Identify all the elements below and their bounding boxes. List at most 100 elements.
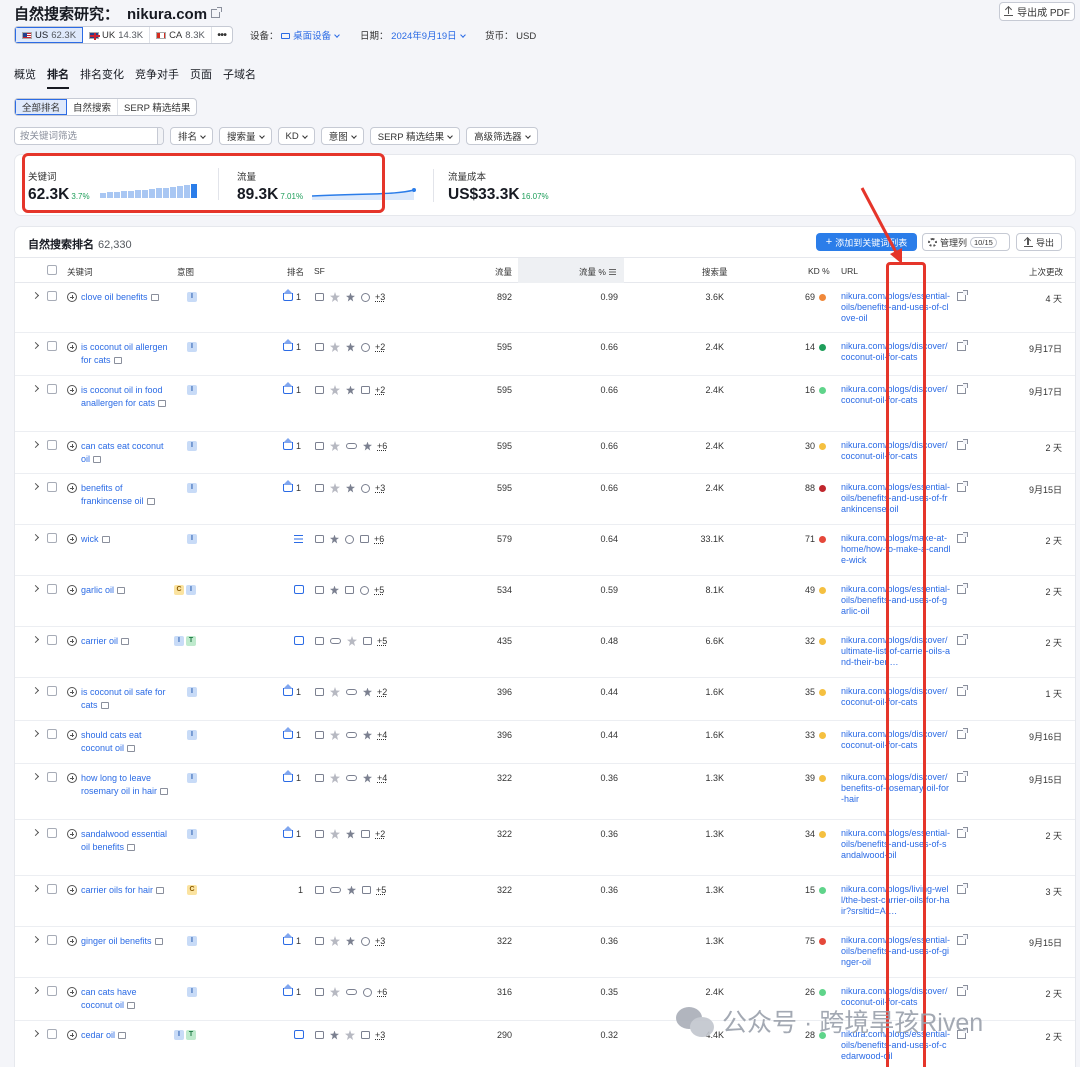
serp-snapshot-icon[interactable]: [127, 745, 136, 752]
row-checkbox[interactable]: [47, 533, 57, 545]
serp-preview-icon[interactable]: [315, 535, 324, 543]
serp-more-link[interactable]: +2: [375, 385, 385, 395]
serp-snapshot-icon[interactable]: [146, 498, 155, 505]
keyword-link[interactable]: sandalwood essential oil benefits: [81, 828, 169, 854]
tab-0[interactable]: 概览: [14, 66, 36, 89]
serp-snapshot-icon[interactable]: [100, 702, 109, 709]
serp-snapshot-icon[interactable]: [113, 357, 122, 364]
row-checkbox[interactable]: [47, 635, 57, 647]
col-kd[interactable]: KD %: [808, 266, 830, 276]
keyword-link[interactable]: garlic oil: [81, 584, 169, 597]
expand-chevron-icon[interactable]: [31, 935, 40, 944]
keyword-link[interactable]: is coconut oil allergen for cats: [81, 341, 169, 367]
external-link-icon[interactable]: [957, 771, 968, 782]
serp-snapshot-icon[interactable]: [150, 294, 159, 301]
add-keyword-icon[interactable]: [67, 829, 77, 839]
keyword-link[interactable]: should cats eat coconut oil: [81, 729, 169, 755]
serp-more-link[interactable]: +4: [377, 730, 387, 740]
external-link-icon[interactable]: [957, 439, 968, 450]
col-traffic-pct[interactable]: 流量 %: [579, 266, 616, 278]
expand-chevron-icon[interactable]: [31, 291, 40, 300]
serp-snapshot-icon[interactable]: [93, 456, 102, 463]
export-button[interactable]: 导出: [1016, 233, 1062, 251]
serp-preview-icon[interactable]: [315, 484, 324, 492]
expand-chevron-icon[interactable]: [31, 440, 40, 449]
db-button-ca[interactable]: CA 8.3K: [150, 27, 212, 43]
serp-snapshot-icon[interactable]: [156, 887, 165, 894]
expand-chevron-icon[interactable]: [31, 986, 40, 995]
col-traffic[interactable]: 流量: [495, 266, 512, 278]
serp-preview-icon[interactable]: [315, 442, 324, 450]
add-keyword-icon[interactable]: [67, 636, 77, 646]
tab-3[interactable]: 竞争对手: [135, 66, 179, 89]
select-all-checkbox[interactable]: [47, 265, 57, 277]
col-position[interactable]: 排名: [287, 266, 304, 278]
ranking-url-link[interactable]: nikura.com/blogs/make-at-home/how-to-mak…: [841, 533, 951, 566]
serp-more-link[interactable]: +6: [377, 441, 387, 451]
row-checkbox[interactable]: [47, 384, 57, 396]
add-keyword-icon[interactable]: [67, 987, 77, 997]
row-checkbox[interactable]: [47, 986, 57, 998]
serp-preview-icon[interactable]: [315, 386, 324, 394]
serp-preview-icon[interactable]: [315, 830, 324, 838]
add-keyword-icon[interactable]: [67, 534, 77, 544]
add-keyword-icon[interactable]: [67, 441, 77, 451]
external-link-icon[interactable]: [957, 634, 968, 645]
external-link-icon[interactable]: [957, 883, 968, 894]
serp-snapshot-icon[interactable]: [154, 938, 163, 945]
expand-chevron-icon[interactable]: [31, 584, 40, 593]
expand-chevron-icon[interactable]: [31, 533, 40, 542]
expand-chevron-icon[interactable]: [31, 686, 40, 695]
external-link-icon[interactable]: [957, 934, 968, 945]
serp-more-link[interactable]: +6: [377, 987, 387, 997]
tab-5[interactable]: 子域名: [223, 66, 256, 89]
device-selector[interactable]: 设备： 桌面设备: [250, 28, 341, 42]
serp-more-link[interactable]: +3: [375, 292, 385, 302]
expand-chevron-icon[interactable]: [31, 384, 40, 393]
row-checkbox[interactable]: [47, 772, 57, 784]
serp-more-link[interactable]: +2: [375, 829, 385, 839]
ranking-url-link[interactable]: nikura.com/blogs/discover/coconut-oil-fo…: [841, 686, 951, 708]
external-link-icon[interactable]: [957, 383, 968, 394]
serp-more-link[interactable]: +6: [374, 534, 384, 544]
external-link-icon[interactable]: [211, 7, 223, 18]
serp-more-link[interactable]: +5: [374, 585, 384, 595]
row-checkbox[interactable]: [47, 884, 57, 896]
keyword-link[interactable]: how long to leave rosemary oil in hair: [81, 772, 169, 798]
filter-dropdown-5[interactable]: 高级筛选器: [466, 127, 538, 145]
serp-more-link[interactable]: +5: [377, 636, 387, 646]
serp-preview-icon[interactable]: [315, 988, 324, 996]
expand-chevron-icon[interactable]: [31, 884, 40, 893]
external-link-icon[interactable]: [957, 583, 968, 594]
keyword-link[interactable]: clove oil benefits: [81, 291, 169, 304]
external-link-icon[interactable]: [957, 685, 968, 696]
ranking-url-link[interactable]: nikura.com/blogs/discover/coconut-oil-fo…: [841, 384, 951, 406]
serp-more-link[interactable]: +2: [377, 687, 387, 697]
external-link-icon[interactable]: [957, 985, 968, 996]
metric-traffic-cost[interactable]: 流量成本 US$33.3K 16.07%: [448, 169, 549, 204]
keyword-link[interactable]: benefits of frankincense oil: [81, 482, 169, 508]
ranking-url-link[interactable]: nikura.com/blogs/discover/coconut-oil-fo…: [841, 440, 951, 462]
export-pdf-button[interactable]: 导出成 PDF: [999, 2, 1075, 21]
ranking-url-link[interactable]: nikura.com/blogs/living-well/the-best-ca…: [841, 884, 951, 917]
col-keyword[interactable]: 关键词: [67, 266, 93, 278]
serp-snapshot-icon[interactable]: [158, 400, 167, 407]
serp-preview-icon[interactable]: [315, 731, 324, 739]
filter-dropdown-4[interactable]: SERP 精选结果: [369, 127, 461, 145]
serp-preview-icon[interactable]: [315, 774, 324, 782]
row-checkbox[interactable]: [47, 828, 57, 840]
ranking-url-link[interactable]: nikura.com/blogs/essential-oils/benefits…: [841, 291, 951, 324]
add-keyword-icon[interactable]: [67, 585, 77, 595]
tab-2[interactable]: 排名变化: [80, 66, 124, 89]
ranking-url-link[interactable]: nikura.com/blogs/discover/coconut-oil-fo…: [841, 341, 951, 363]
add-keyword-icon[interactable]: [67, 1030, 77, 1040]
serp-snapshot-icon[interactable]: [117, 587, 126, 594]
external-link-icon[interactable]: [957, 728, 968, 739]
expand-chevron-icon[interactable]: [31, 828, 40, 837]
serp-preview-icon[interactable]: [315, 886, 324, 894]
row-checkbox[interactable]: [47, 482, 57, 494]
db-button-uk[interactable]: UK 14.3K: [83, 27, 151, 43]
keyword-link[interactable]: wick: [81, 533, 169, 546]
ranking-url-link[interactable]: nikura.com/blogs/essential-oils/benefits…: [841, 584, 951, 617]
keyword-link[interactable]: is coconut oil in food anallergen for ca…: [81, 384, 169, 410]
